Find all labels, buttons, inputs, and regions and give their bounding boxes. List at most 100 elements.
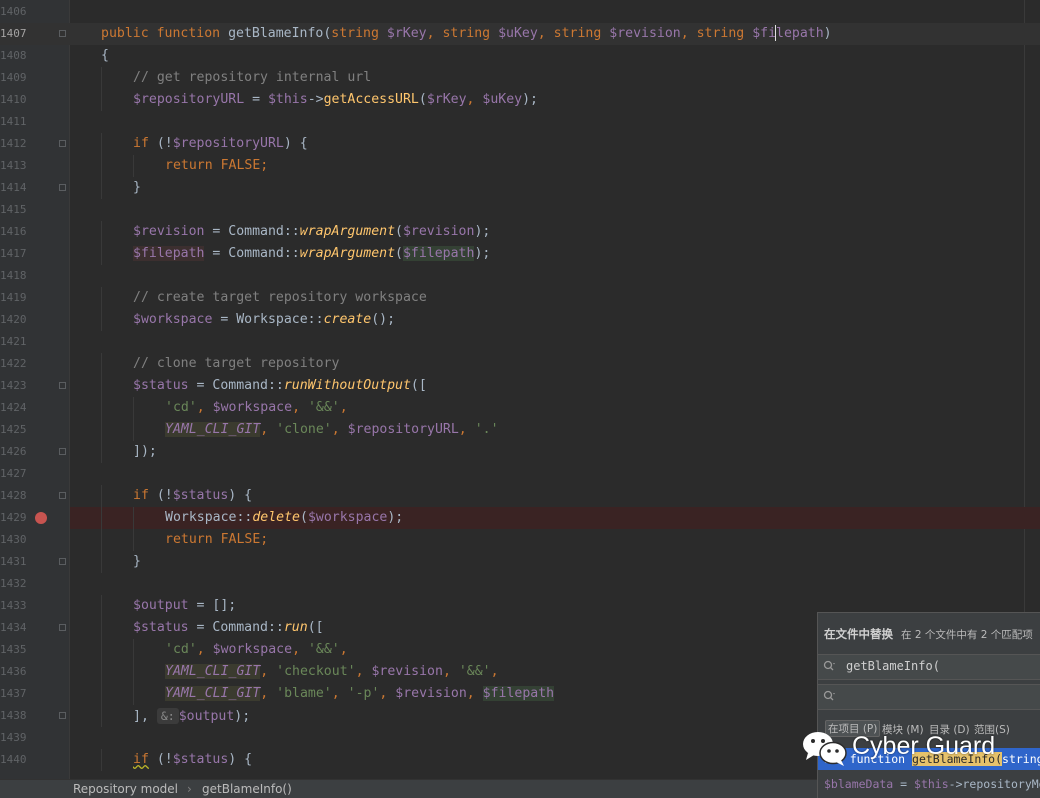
line-number: 1420	[0, 313, 27, 326]
replace-in-files-popup[interactable]: 在文件中替换 在 2 个文件中有 2 个匹配项 getBlameInfo( 在项…	[817, 612, 1040, 798]
code-content[interactable]: $filepath = Command::wrapArgument($filep…	[70, 243, 1040, 265]
code-line[interactable]: 1414 }	[0, 177, 1040, 199]
search-input[interactable]: getBlameInfo(	[818, 654, 1040, 680]
search-result-item[interactable]: $blameData = $this->repositoryMod	[818, 773, 1040, 795]
line-number: 1424	[0, 401, 27, 414]
indent-guide	[101, 749, 102, 771]
code-content[interactable]: $revision = Command::wrapArgument($revis…	[70, 221, 1040, 243]
fold-marker-icon[interactable]	[59, 448, 66, 455]
indent-guide	[101, 133, 102, 155]
code-text: if (!$repositoryURL) {	[133, 136, 308, 151]
line-number: 1436	[0, 665, 27, 678]
code-line[interactable]: 1428 if (!$status) {	[0, 485, 1040, 507]
line-number: 1430	[0, 533, 27, 546]
fold-marker-icon[interactable]	[59, 184, 66, 191]
breadcrumb-separator: ›	[187, 782, 192, 796]
code-content[interactable]: $repositoryURL = $this->getAccessURL($rK…	[70, 89, 1040, 111]
line-number: 1421	[0, 335, 27, 348]
indent-guide	[101, 529, 102, 551]
code-line[interactable]: 1423 $status = Command::runWithoutOutput…	[0, 375, 1040, 397]
indent-guide	[101, 551, 102, 573]
fold-marker-icon[interactable]	[59, 140, 66, 147]
code-line[interactable]: 1418	[0, 265, 1040, 287]
indent-guide	[133, 639, 134, 661]
line-number: 1435	[0, 643, 27, 656]
line-number: 1414	[0, 181, 27, 194]
search-value: getBlameInfo(	[846, 659, 940, 673]
code-line[interactable]: 1420 $workspace = Workspace::create();	[0, 309, 1040, 331]
code-content[interactable]: YAML_CLI_GIT, 'clone', $repositoryURL, '…	[70, 419, 1040, 441]
code-line[interactable]: 1417 $filepath = Command::wrapArgument($…	[0, 243, 1040, 265]
code-line[interactable]: 1431 }	[0, 551, 1040, 573]
code-content[interactable]: // clone target repository	[70, 353, 1040, 375]
code-line[interactable]: 1421	[0, 331, 1040, 353]
code-line[interactable]: 1430 return FALSE;	[0, 529, 1040, 551]
fold-marker-icon[interactable]	[59, 712, 66, 719]
code-content[interactable]: if (!$repositoryURL) {	[70, 133, 1040, 155]
line-number: 1406	[0, 5, 27, 18]
code-content[interactable]: return FALSE;	[70, 529, 1040, 551]
code-line-breakpoint[interactable]: 1429 Workspace::delete($workspace);	[0, 507, 1040, 529]
line-number: 1423	[0, 379, 27, 392]
code-line[interactable]: 1416 $revision = Command::wrapArgument($…	[0, 221, 1040, 243]
code-line[interactable]: 1409 // get repository internal url	[0, 67, 1040, 89]
indent-guide	[133, 507, 134, 529]
line-number: 1437	[0, 687, 27, 700]
code-text: $workspace = Workspace::create();	[133, 312, 396, 327]
code-line[interactable]: 1413 return FALSE;	[0, 155, 1040, 177]
breadcrumb-item-class[interactable]: Repository model	[73, 782, 178, 796]
code-line[interactable]: 1425 YAML_CLI_GIT, 'clone', $repositoryU…	[0, 419, 1040, 441]
code-content[interactable]: if (!$status) {	[70, 485, 1040, 507]
breadcrumb-item-method[interactable]: getBlameInfo()	[202, 782, 292, 796]
code-text: {	[101, 48, 109, 63]
line-number: 1426	[0, 445, 27, 458]
code-text: $revision = Command::wrapArgument($revis…	[133, 224, 491, 239]
code-content[interactable]: return FALSE;	[70, 155, 1040, 177]
code-line[interactable]: 1412 if (!$repositoryURL) {	[0, 133, 1040, 155]
fold-marker-icon[interactable]	[59, 558, 66, 565]
code-content[interactable]: }	[70, 551, 1040, 573]
code-content[interactable]: // get repository internal url	[70, 67, 1040, 89]
line-number: 1427	[0, 467, 27, 480]
breakpoint-icon[interactable]	[35, 512, 47, 524]
code-line[interactable]: 1422 // clone target repository	[0, 353, 1040, 375]
code-line[interactable]: 1406	[0, 1, 1040, 23]
code-content[interactable]: }	[70, 177, 1040, 199]
code-content[interactable]: Workspace::delete($workspace);	[70, 507, 1040, 529]
line-number: 1409	[0, 71, 27, 84]
fold-marker-icon[interactable]	[59, 382, 66, 389]
code-content[interactable]: // create target repository workspace	[70, 287, 1040, 309]
code-line[interactable]: 1411	[0, 111, 1040, 133]
fold-marker-icon[interactable]	[59, 624, 66, 631]
code-line[interactable]: 1427	[0, 463, 1040, 485]
replace-history-icon[interactable]	[823, 690, 835, 702]
fold-marker-icon[interactable]	[59, 492, 66, 499]
code-text: public function getBlameInfo(string $rKe…	[101, 25, 832, 41]
code-text: Workspace::delete($workspace);	[165, 510, 404, 525]
code-content[interactable]: ]);	[70, 441, 1040, 463]
code-text: 'cd', $workspace, '&&',	[165, 642, 348, 657]
code-line-current[interactable]: 1407 public function getBlameInfo(string…	[0, 23, 1040, 45]
indent-guide	[101, 375, 102, 397]
code-line[interactable]: 1415	[0, 199, 1040, 221]
code-content[interactable]: $status = Command::runWithoutOutput([	[70, 375, 1040, 397]
code-line[interactable]: 1408 {	[0, 45, 1040, 67]
code-content[interactable]: 'cd', $workspace, '&&',	[70, 397, 1040, 419]
code-content[interactable]: public function getBlameInfo(string $rKe…	[70, 23, 1040, 45]
indent-guide	[101, 485, 102, 507]
indent-guide	[133, 529, 134, 551]
search-history-icon[interactable]	[823, 660, 835, 672]
code-line[interactable]: 1424 'cd', $workspace, '&&',	[0, 397, 1040, 419]
code-line[interactable]: 1410 $repositoryURL = $this->getAccessUR…	[0, 89, 1040, 111]
code-content[interactable]: $workspace = Workspace::create();	[70, 309, 1040, 331]
code-line[interactable]: 1432	[0, 573, 1040, 595]
code-line[interactable]: 1419 // create target repository workspa…	[0, 287, 1040, 309]
code-text: ]);	[133, 444, 157, 459]
replace-input[interactable]	[818, 684, 1040, 710]
indent-guide	[101, 683, 102, 705]
code-content[interactable]: {	[70, 45, 1040, 67]
code-comment: // create target repository workspace	[133, 290, 427, 305]
code-line[interactable]: 1426 ]);	[0, 441, 1040, 463]
fold-marker-icon[interactable]	[59, 30, 66, 37]
line-number: 1413	[0, 159, 27, 172]
